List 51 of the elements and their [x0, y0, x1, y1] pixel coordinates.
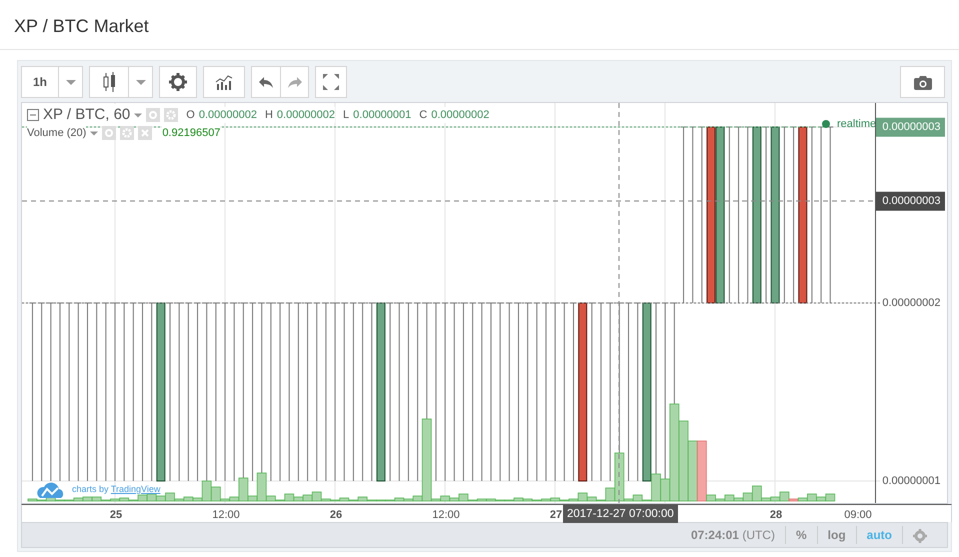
settings-icon [913, 528, 927, 543]
redo-icon [286, 75, 302, 89]
screenshot-button[interactable] [900, 66, 945, 98]
interval-dropdown[interactable] [59, 66, 83, 98]
clock-text: 07:24:01 (UTC) [690, 527, 776, 544]
price-label: 0.00000002 [881, 296, 942, 311]
indicators-icon [215, 74, 233, 90]
caret-icon [134, 112, 142, 118]
candlestick-icon [102, 72, 116, 92]
price-label: 0.00000001 [881, 474, 942, 489]
attribution-text: charts by TradingView [72, 483, 160, 496]
page-title: XP / BTC Market [0, 0, 959, 50]
cloud-logo-icon [37, 482, 64, 498]
time-label: 12:00 [212, 508, 240, 523]
settings-icon [120, 126, 134, 140]
caret-icon [136, 80, 146, 84]
visibility-icon [146, 108, 160, 122]
crosshair-price-label: 0.00000003 [876, 192, 944, 210]
ohlc-value: 0.00000002 [431, 106, 490, 124]
settings-icon [164, 108, 178, 122]
undo-button[interactable] [251, 66, 281, 98]
caret-icon [90, 130, 98, 136]
ohlc-value: 0.00000002 [276, 106, 336, 124]
interval-button[interactable]: 1h [21, 66, 59, 98]
realtime-label: realtime [837, 117, 876, 132]
auto-scale-button[interactable]: auto [856, 526, 902, 544]
time-label: 26 [330, 508, 342, 523]
ohlc-value: 0.00000002 [198, 106, 257, 124]
collapse-icon [27, 109, 39, 121]
tradingview-link[interactable]: TradingView [110, 484, 160, 494]
volume-label: Volume (20) [27, 124, 86, 142]
camera-icon [914, 74, 932, 90]
chart-type-button[interactable] [89, 66, 129, 98]
indicators-button[interactable] [203, 66, 245, 98]
undo-icon [258, 75, 274, 89]
caret-icon [66, 80, 76, 84]
last-price-label: 0.00000003 [876, 118, 944, 136]
crosshair-time-label: 2017-12-27 07:00:00 [563, 505, 678, 523]
percent-scale-button[interactable]: % [784, 526, 817, 544]
fullscreen-icon [323, 74, 339, 90]
settings-icon [169, 73, 187, 91]
settings-button[interactable] [159, 66, 197, 98]
time-label: 09:00 [844, 508, 872, 523]
log-scale-button[interactable]: log [816, 526, 856, 544]
time-label: 25 [110, 508, 122, 523]
realtime-dot-icon [822, 120, 830, 128]
fullscreen-button[interactable] [315, 66, 347, 98]
time-label: 27 [550, 508, 562, 523]
symbol-title: XP / BTC, 60 [43, 104, 130, 126]
time-label: 12:00 [432, 508, 460, 523]
time-label: 28 [770, 508, 782, 523]
